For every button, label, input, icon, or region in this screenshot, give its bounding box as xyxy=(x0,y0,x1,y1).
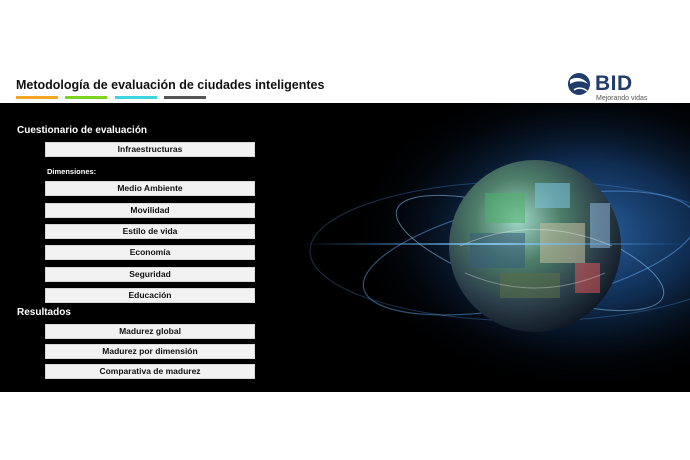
globe-swoosh-icon xyxy=(568,73,590,95)
movilidad-button[interactable]: Movilidad xyxy=(45,203,255,218)
medio-ambiente-button[interactable]: Medio Ambiente xyxy=(45,181,255,196)
results-title: Resultados xyxy=(17,307,71,318)
questionnaire-title: Cuestionario de evaluación xyxy=(17,125,148,136)
color-bar-gray xyxy=(164,96,206,99)
comparativa-de-madurez-button[interactable]: Comparativa de madurez xyxy=(45,364,255,379)
color-bar-orange xyxy=(16,96,58,99)
page-title: Metodología de evaluación de ciudades in… xyxy=(16,78,325,92)
estilo-de-vida-button[interactable]: Estilo de vida xyxy=(45,224,255,239)
logo-tagline: Mejorando vidas xyxy=(596,95,648,102)
header: Metodología de evaluación de ciudades in… xyxy=(0,0,690,103)
dimensions-label: Dimensiones: xyxy=(47,167,97,176)
madurez-global-button[interactable]: Madurez global xyxy=(45,324,255,339)
bid-logo: BID Mejorando vidas xyxy=(566,70,656,104)
color-bars xyxy=(16,96,216,100)
main-panel: Cuestionario de evaluación Infraestructu… xyxy=(0,103,690,392)
color-bar-green xyxy=(65,96,107,99)
logo-wordmark: BID xyxy=(595,72,633,95)
educacion-button[interactable]: Educación xyxy=(45,288,255,303)
madurez-por-dimension-button[interactable]: Madurez por dimensión xyxy=(45,344,255,359)
seguridad-button[interactable]: Seguridad xyxy=(45,267,255,282)
economia-button[interactable]: Economía xyxy=(45,245,255,260)
infraestructuras-button[interactable]: Infraestructuras xyxy=(45,142,255,157)
color-bar-cyan xyxy=(115,96,157,99)
